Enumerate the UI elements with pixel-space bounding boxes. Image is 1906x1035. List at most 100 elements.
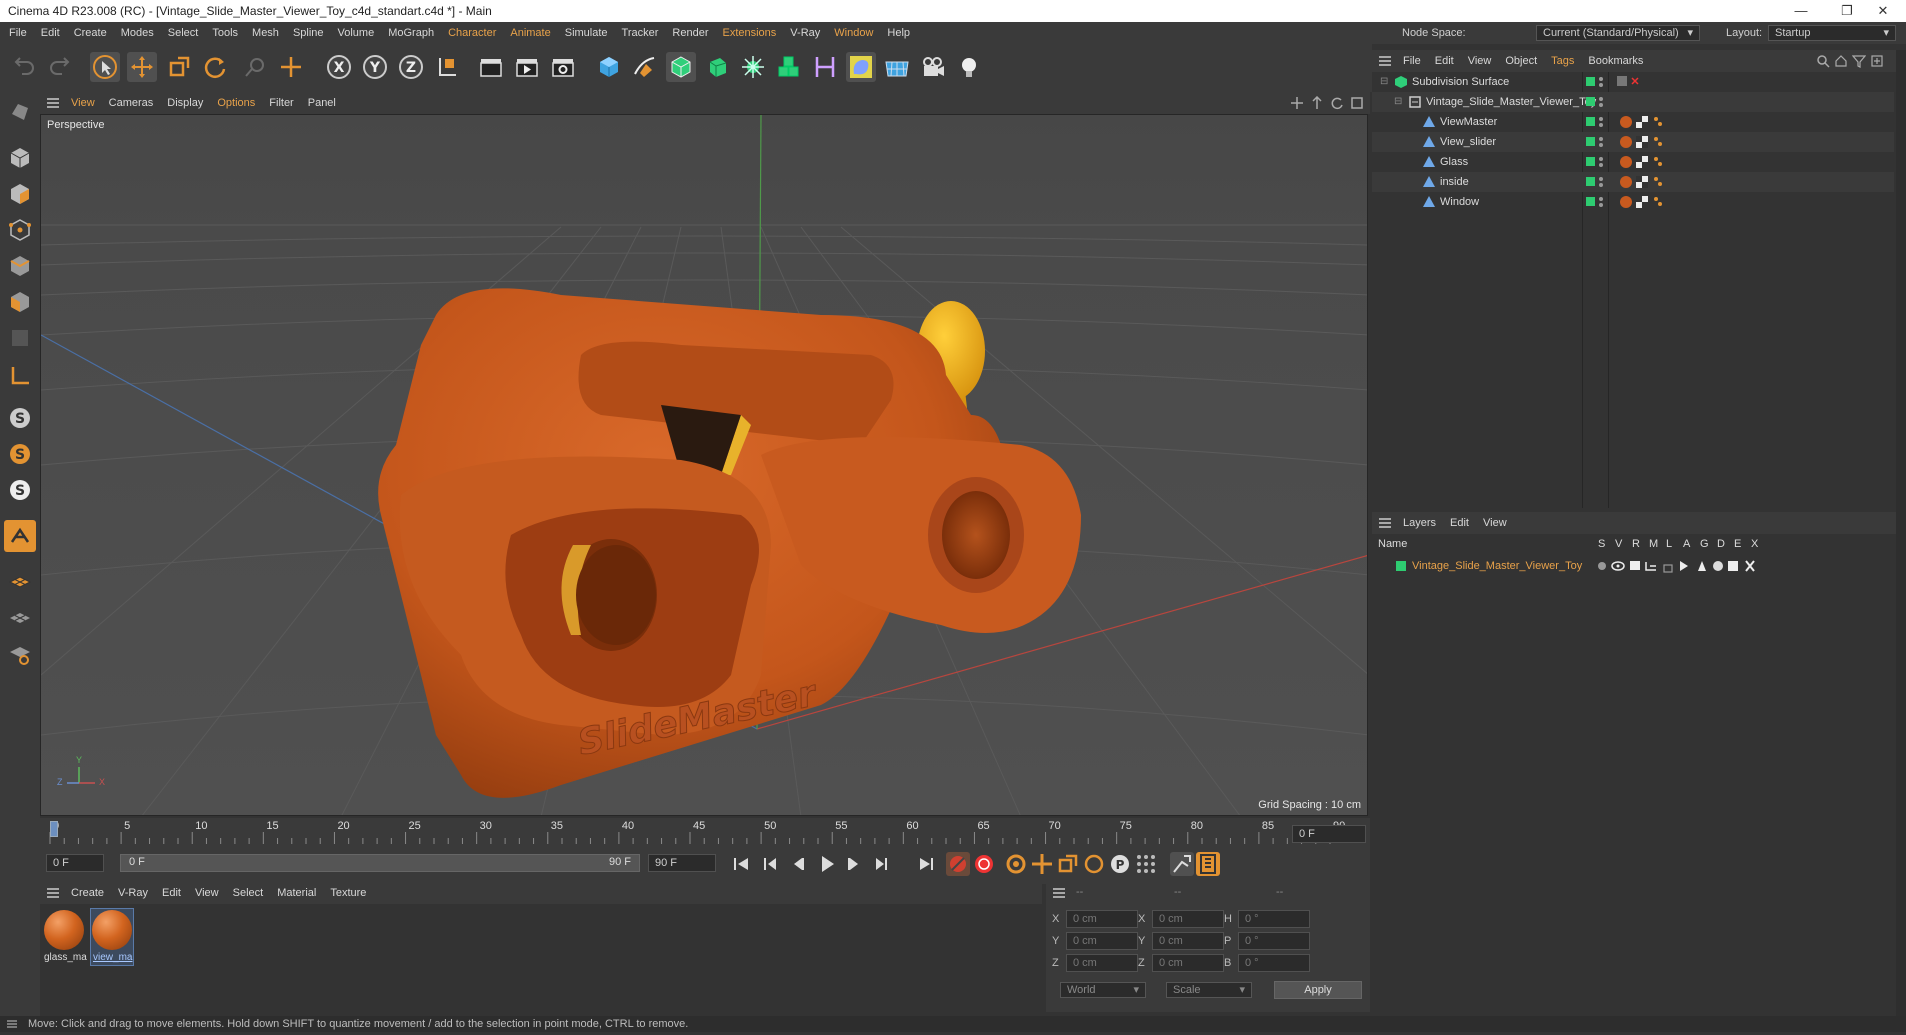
object-row[interactable]: inside bbox=[1372, 172, 1894, 192]
render-view-button[interactable] bbox=[476, 52, 506, 82]
node-space-select[interactable]: Current (Standard/Physical) ▾ bbox=[1536, 25, 1700, 41]
key-pla-button[interactable] bbox=[1134, 852, 1158, 876]
object-menu-tags[interactable]: Tags bbox=[1544, 50, 1581, 72]
cube-object-button[interactable] bbox=[594, 52, 624, 82]
viewport-menu-view[interactable]: View bbox=[64, 92, 102, 114]
coord-value-field[interactable]: 0 cm bbox=[1152, 932, 1224, 950]
pan-view-icon[interactable] bbox=[1290, 96, 1304, 113]
key-scale-button[interactable] bbox=[1056, 852, 1080, 876]
render-settings-button[interactable] bbox=[548, 52, 578, 82]
maximize-view-icon[interactable] bbox=[1350, 96, 1364, 113]
world-axis-button[interactable] bbox=[276, 52, 306, 82]
material-swatch-glass[interactable]: glass_ma bbox=[42, 908, 87, 966]
material-menu-create[interactable]: Create bbox=[64, 882, 111, 904]
points-mode-button[interactable] bbox=[4, 214, 36, 246]
current-frame-field[interactable]: 0 F bbox=[1292, 825, 1366, 843]
rotate-view-icon[interactable] bbox=[1330, 96, 1344, 113]
viewport-menu-panel[interactable]: Panel bbox=[301, 92, 343, 114]
autokey-button[interactable] bbox=[972, 852, 996, 876]
search-icon[interactable] bbox=[1816, 54, 1830, 71]
perspective-viewport[interactable]: SlideMaster Perspective Grid Spacing : 1… bbox=[40, 114, 1368, 816]
scheme-button[interactable] bbox=[1170, 852, 1194, 876]
layer-toggle-icons[interactable] bbox=[1594, 558, 1764, 581]
live-selection-button[interactable] bbox=[90, 52, 120, 82]
uv-mode-button[interactable] bbox=[4, 322, 36, 354]
mograph-button[interactable] bbox=[774, 52, 804, 82]
menu-character[interactable]: Character bbox=[441, 22, 503, 44]
undo-button[interactable] bbox=[10, 52, 40, 82]
recent-tools-button[interactable] bbox=[240, 52, 270, 82]
layer-column-d[interactable]: D bbox=[1717, 538, 1725, 550]
hamburger-icon[interactable] bbox=[6, 1018, 18, 1035]
model-mode-button[interactable] bbox=[4, 142, 36, 174]
move-tool-button[interactable] bbox=[127, 52, 157, 82]
layer-column-v[interactable]: V bbox=[1615, 538, 1622, 550]
viewport-menu-display[interactable]: Display bbox=[160, 92, 210, 114]
menu-file[interactable]: File bbox=[2, 22, 34, 44]
layer-color-swatch[interactable] bbox=[1586, 157, 1595, 166]
home-icon[interactable] bbox=[1834, 54, 1848, 71]
key-position-button[interactable] bbox=[1030, 852, 1054, 876]
layer-column-g[interactable]: G bbox=[1700, 538, 1709, 550]
layer-column-a[interactable]: A bbox=[1683, 538, 1690, 550]
material-menu-edit[interactable]: Edit bbox=[155, 882, 188, 904]
rotate-tool-button[interactable] bbox=[200, 52, 230, 82]
layer-color-swatch[interactable] bbox=[1586, 117, 1595, 126]
edges-mode-button[interactable] bbox=[4, 250, 36, 282]
polygons-mode-button[interactable] bbox=[4, 286, 36, 318]
object-menu-view[interactable]: View bbox=[1461, 50, 1499, 72]
coord-value-field[interactable]: 0 ° bbox=[1238, 954, 1310, 972]
start-frame-field[interactable]: 0 F bbox=[46, 854, 104, 872]
material-menu-v-ray[interactable]: V-Ray bbox=[111, 882, 155, 904]
material-menu-material[interactable]: Material bbox=[270, 882, 323, 904]
floor-button[interactable] bbox=[882, 52, 912, 82]
snap-button[interactable]: S bbox=[4, 402, 36, 434]
menu-help[interactable]: Help bbox=[880, 22, 917, 44]
hamburger-icon[interactable] bbox=[1378, 516, 1392, 533]
menu-window[interactable]: Window bbox=[827, 22, 880, 44]
key-parameter-button[interactable]: P bbox=[1108, 852, 1132, 876]
axis-mode-button[interactable] bbox=[4, 360, 36, 392]
menu-extensions[interactable]: Extensions bbox=[715, 22, 783, 44]
menu-volume[interactable]: Volume bbox=[331, 22, 382, 44]
menu-create[interactable]: Create bbox=[67, 22, 114, 44]
coord-value-field[interactable]: 0 cm bbox=[1152, 954, 1224, 972]
filter-icon[interactable] bbox=[1851, 54, 1867, 71]
menu-simulate[interactable]: Simulate bbox=[558, 22, 615, 44]
hamburger-icon[interactable] bbox=[46, 96, 60, 113]
z-axis-lock-button[interactable]: Z bbox=[396, 52, 426, 82]
hamburger-icon[interactable] bbox=[1378, 54, 1392, 71]
menu-select[interactable]: Select bbox=[161, 22, 206, 44]
tweak-mode-button[interactable] bbox=[4, 520, 36, 552]
coord-value-field[interactable]: 0 cm bbox=[1152, 910, 1224, 928]
coord-value-field[interactable]: 0 cm bbox=[1066, 954, 1138, 972]
record-position-button[interactable] bbox=[946, 852, 970, 876]
viewport-menu-filter[interactable]: Filter bbox=[262, 92, 300, 114]
menu-render[interactable]: Render bbox=[665, 22, 715, 44]
coord-value-field[interactable]: 0 ° bbox=[1238, 932, 1310, 950]
camera-button[interactable] bbox=[918, 52, 948, 82]
scale-tool-button[interactable] bbox=[164, 52, 194, 82]
layer-menu-edit[interactable]: Edit bbox=[1443, 512, 1476, 534]
zoom-view-icon[interactable] bbox=[1310, 95, 1324, 113]
coord-size-mode-select[interactable]: Scale ▾ bbox=[1166, 982, 1252, 998]
end-frame-field[interactable]: 90 F bbox=[648, 854, 716, 872]
coord-value-field[interactable]: 0 cm bbox=[1066, 932, 1138, 950]
layer-column-x[interactable]: X bbox=[1751, 538, 1758, 550]
object-menu-file[interactable]: File bbox=[1396, 50, 1428, 72]
layer-column-l[interactable]: L bbox=[1666, 538, 1672, 550]
menu-modes[interactable]: Modes bbox=[114, 22, 161, 44]
object-row[interactable]: ⊟ Vintage_Slide_Master_Viewer_Toy bbox=[1372, 92, 1894, 112]
key-rotation-button[interactable] bbox=[1082, 852, 1106, 876]
layer-column-name[interactable]: Name bbox=[1378, 538, 1407, 550]
close-button[interactable]: ✕ bbox=[1860, 0, 1906, 22]
locked-workplane-button[interactable] bbox=[4, 602, 36, 634]
coord-mode-select[interactable]: World ▾ bbox=[1060, 982, 1146, 998]
cloner-button[interactable] bbox=[738, 52, 768, 82]
menu-animate[interactable]: Animate bbox=[503, 22, 557, 44]
right-dock-scrollbar[interactable] bbox=[1896, 50, 1906, 1016]
layer-color-swatch[interactable] bbox=[1586, 97, 1595, 106]
menu-spline[interactable]: Spline bbox=[286, 22, 331, 44]
layer-menu-layers[interactable]: Layers bbox=[1396, 512, 1443, 534]
solo-button[interactable]: S bbox=[4, 438, 36, 470]
